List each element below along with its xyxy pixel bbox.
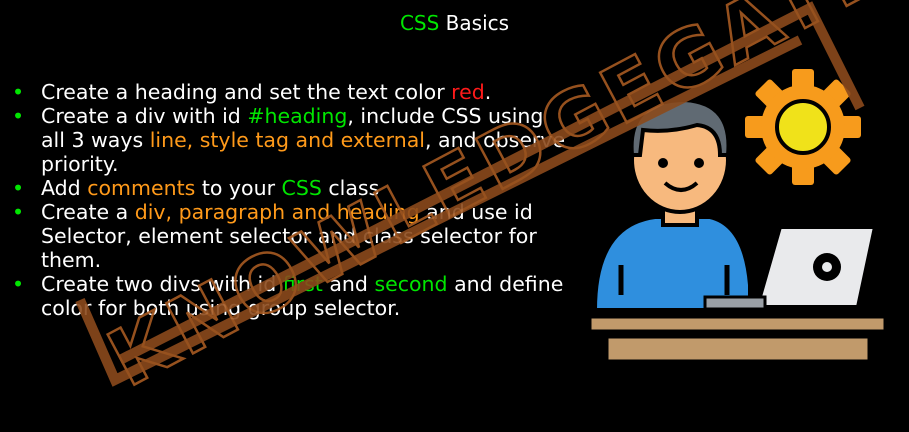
bullet-text-segment: CSS [281, 176, 322, 200]
bullet-text-segment: first [282, 272, 323, 296]
bullet-item: • Create a div with id #heading, include … [12, 104, 572, 176]
bullet-text-segment: to your [195, 176, 282, 200]
bullet-dot: • [12, 80, 25, 104]
bullet-text-segment: comments [87, 176, 196, 200]
title-accent: CSS [399, 11, 440, 35]
bullet-text-segment: #heading [247, 104, 348, 128]
bullet-item: • Create a heading and set the text color… [12, 80, 572, 104]
slide-title: CSS Basics [0, 10, 909, 36]
bullet-dot: • [12, 272, 25, 296]
bullet-text-segment: div, paragraph and heading [134, 200, 420, 224]
developer-illustration [588, 69, 885, 363]
bullet-text-segment: Add [41, 176, 88, 200]
bullet-list: • Create a heading and set the text color… [12, 80, 572, 320]
bullet-text-segment: Create a div with id [41, 104, 248, 128]
bullet-text-segment: line, style tag and external [149, 128, 425, 152]
bullet-text-segment: second [374, 272, 448, 296]
bullet-dot: • [12, 104, 25, 128]
bullet-text-segment: red [451, 80, 485, 104]
bullet-text-segment: class [321, 176, 380, 200]
title-rest: Basics [439, 11, 510, 35]
bullet-item: • Create two divs with id first and secon… [12, 272, 572, 320]
bullet-text-segment: . [484, 80, 492, 104]
bullet-dot: • [12, 176, 25, 200]
bullet-text-segment: and [322, 272, 375, 296]
gear-icon [745, 69, 861, 185]
person-avatar-icon [592, 97, 752, 312]
bullet-text-segment: Create a [41, 200, 135, 224]
desk-icon [588, 315, 885, 363]
bullet-item: • Create a div, paragraph and heading and… [12, 200, 572, 272]
bullet-text-segment: Create a heading and set the text color [41, 80, 452, 104]
bullet-dot: • [12, 200, 25, 224]
bullet-text-segment: Create two divs with id [41, 272, 283, 296]
bullet-item: • Add comments to your CSS class [12, 176, 572, 200]
